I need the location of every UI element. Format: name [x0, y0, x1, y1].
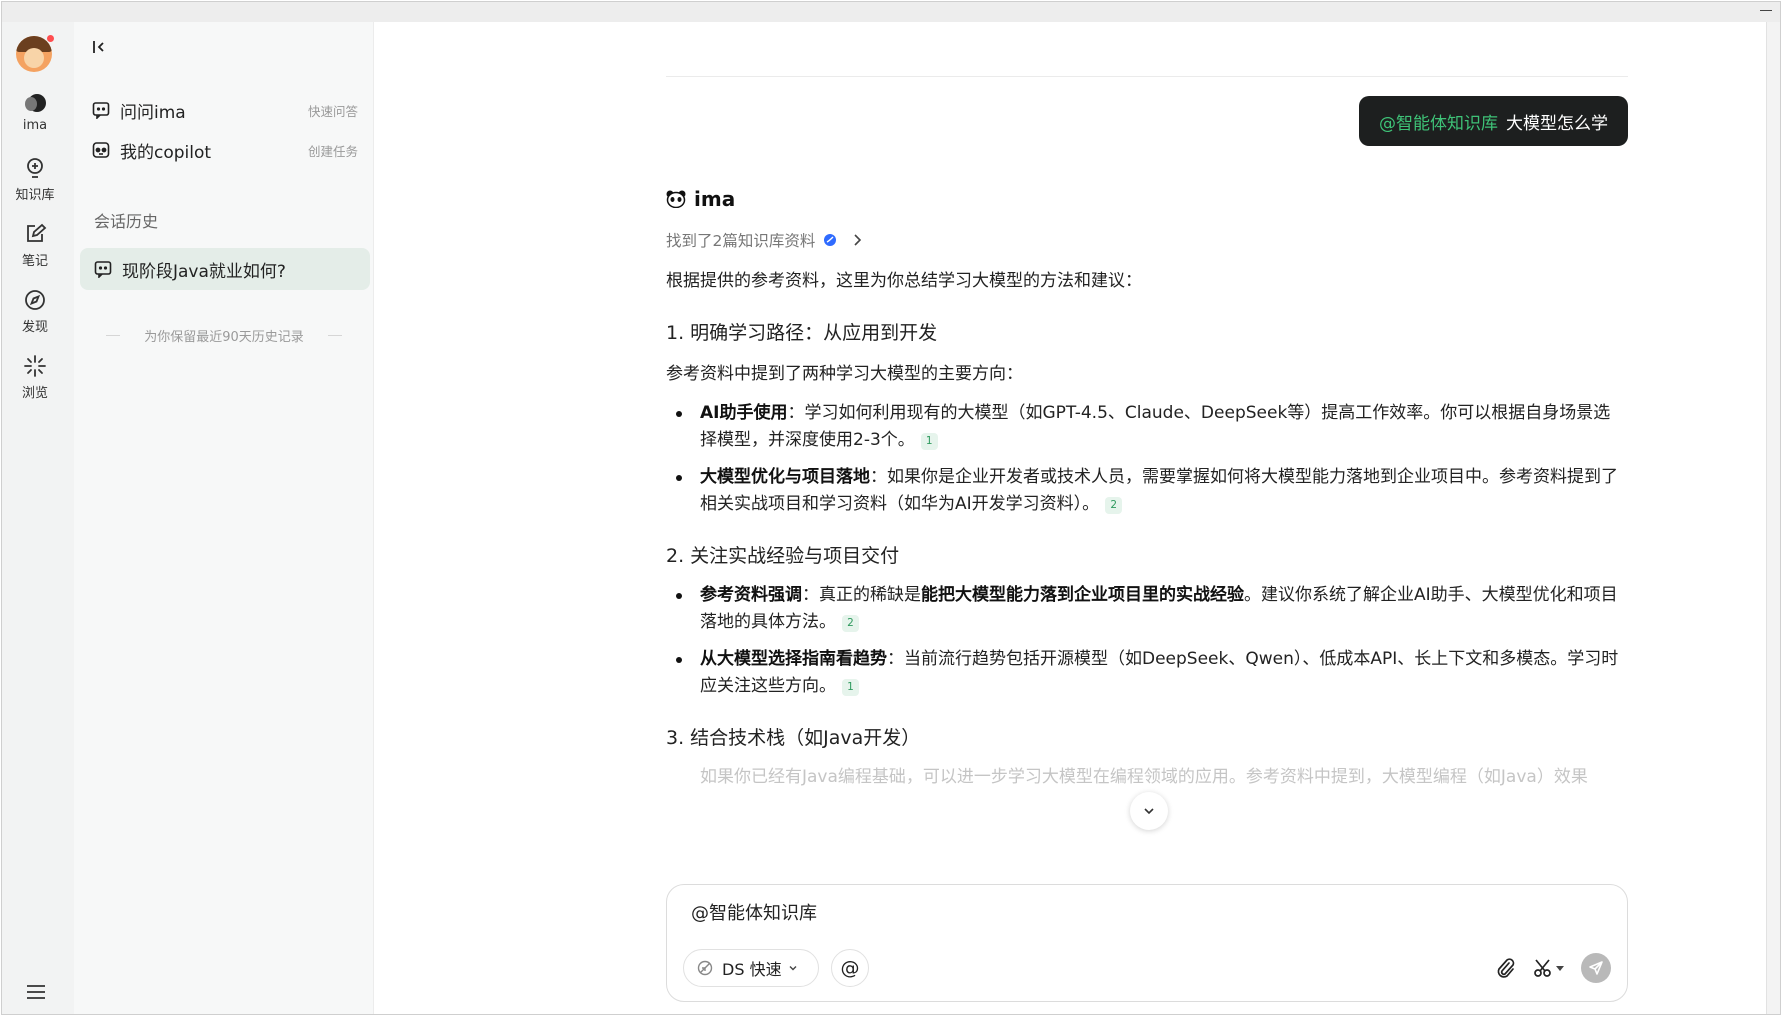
panda-avatar-icon	[666, 190, 686, 208]
scissors-icon	[1534, 959, 1551, 977]
window-scrollbar[interactable]	[1766, 22, 1780, 1014]
knowledge-base-icon	[27, 158, 43, 178]
rail-item-discover[interactable]: 发现	[2, 288, 68, 335]
rail-item-notes[interactable]: 笔记	[2, 222, 68, 269]
user-message-bubble: @智能体知识库 大模型怎么学	[1359, 96, 1628, 146]
scroll-to-bottom-button[interactable]	[1130, 792, 1168, 830]
chat-main: @智能体知识库 大模型怎么学 ima 找到了2篇知识库资料 根据提供的参考资料，…	[374, 22, 1768, 1014]
chevron-down-icon	[1556, 966, 1564, 971]
rail-label: 知识库	[15, 188, 55, 203]
note-icon	[27, 223, 47, 242]
bullet-list: AI助手使用：学习如何利用现有的大模型（如GPT-4.5、Claude、Deep…	[666, 400, 1626, 518]
bullet-list: 参考资料强调：真正的稀缺是能把大模型能力落到企业项目里的实战经验。建议你系统了解…	[666, 582, 1626, 700]
section-heading: 2. 关注实战经验与项目交付	[666, 545, 900, 567]
screenshot-button[interactable]	[1533, 957, 1565, 979]
history-section-title: 会话历史	[94, 212, 159, 231]
citation-badge[interactable]: 2	[1105, 497, 1123, 514]
list-item: 参考资料强调：真正的稀缺是能把大模型能力落到企业项目里的实战经验。建议你系统了解…	[666, 582, 1626, 636]
user-message-text: 大模型怎么学	[1506, 113, 1608, 134]
rail-label: 笔记	[21, 254, 48, 269]
content-fade	[666, 828, 1626, 868]
collapse-sidebar-button[interactable]	[92, 38, 106, 59]
notification-dot	[46, 34, 55, 43]
list-item: 大模型优化与项目落地：如果你是企业开发者或技术人员，需要掌握如何将大模型能力落地…	[666, 464, 1626, 518]
mention-button[interactable]: @	[831, 949, 869, 987]
nav-hint: 快速问答	[307, 103, 358, 119]
citation-badge[interactable]: 2	[842, 615, 859, 632]
nav-ask-ima[interactable]: 问问ima 快速问答	[92, 92, 358, 128]
divider	[666, 76, 1628, 77]
avatar-face	[24, 48, 44, 68]
sidebar: 问问ima 快速问答 我的copilot 创建任务 会话历史 现阶段Java就业…	[74, 22, 374, 1014]
bullet-text: ：真正的稀缺是	[802, 585, 921, 605]
app-window: ima 知识库 笔记 发现 浏览 问问ima 快速问答 我的copilot 创建…	[1, 1, 1781, 1015]
sources-count: 找到了2篇知识库资料	[666, 232, 816, 250]
bullet-bold: AI助手使用	[700, 403, 788, 423]
citation-badge[interactable]: 1	[920, 433, 938, 450]
assistant-header: ima	[666, 182, 1626, 216]
collapse-icon	[93, 41, 104, 53]
attach-button[interactable]	[1495, 957, 1515, 983]
chevron-right-icon	[854, 234, 862, 246]
list-item: 从大模型选择指南看趋势：当前流行趋势包括开源模型（如DeepSeek、Qwen）…	[666, 646, 1626, 700]
citation-badge[interactable]: 1	[842, 679, 859, 696]
section-heading: 1. 明确学习路径：从应用到开发	[666, 322, 938, 344]
compass-icon	[25, 290, 45, 310]
section-heading: 3. 结合技术栈（如Java开发）	[666, 727, 921, 749]
hamburger-icon	[27, 985, 45, 999]
title-bar	[2, 2, 1780, 22]
paperclip-icon	[1497, 958, 1515, 978]
section-lead: 参考资料中提到了两种学习大模型的主要方向：	[666, 364, 1023, 384]
bullet-bold: 能把大模型能力落到企业项目里的实战经验	[921, 585, 1244, 605]
message-composer: DS 快速 @	[666, 884, 1628, 1002]
chat-bubble-icon	[92, 102, 110, 119]
bullet-text: ：学习如何利用现有的大模型（如GPT-4.5、Claude、DeepSeek等）…	[700, 403, 1611, 450]
assistant-answer: ima 找到了2篇知识库资料 根据提供的参考资料，这里为你总结学习大模型的方法和…	[666, 182, 1626, 786]
bullet-bold: 大模型优化与项目落地	[700, 467, 870, 487]
nav-my-copilot[interactable]: 我的copilot 创建任务	[92, 132, 358, 168]
nav-label: 我的copilot	[120, 142, 212, 163]
rail-item-ima[interactable]: ima	[2, 92, 68, 133]
assistant-name: ima	[694, 187, 736, 211]
icon-rail: ima 知识库 笔记 发现 浏览	[2, 22, 74, 1014]
user-message-mention[interactable]: @智能体知识库	[1379, 109, 1498, 134]
model-name: DS 快速	[722, 960, 782, 979]
history-item[interactable]: 现阶段Java就业如何?	[80, 248, 370, 290]
knowledge-base-dot-icon	[824, 234, 837, 246]
rail-label: ima	[22, 118, 48, 133]
history-retention-note: 为你保留最近90天历史记录	[106, 326, 342, 345]
send-icon	[1589, 961, 1603, 975]
bullet-bold: 从大模型选择指南看趋势	[700, 649, 887, 669]
minimize-icon[interactable]	[1760, 10, 1772, 11]
bullet-bold: 参考资料强调	[700, 585, 802, 605]
chevron-down-icon	[789, 966, 797, 971]
rail-item-knowledge-base[interactable]: 知识库	[2, 156, 68, 203]
model-selector[interactable]: DS 快速	[683, 949, 819, 987]
send-button[interactable]	[1581, 953, 1611, 983]
panda-icon	[92, 142, 110, 158]
ima-logo-icon	[25, 94, 46, 112]
menu-button[interactable]	[26, 984, 46, 1004]
chevron-down-icon	[1144, 808, 1154, 815]
list-item: AI助手使用：学习如何利用现有的大模型（如GPT-4.5、Claude、Deep…	[666, 400, 1626, 454]
nav-label: 问问ima	[120, 102, 186, 123]
rail-label: 浏览	[21, 386, 48, 401]
sparkle-icon	[24, 355, 46, 377]
chat-bubble-icon	[94, 261, 112, 278]
faded-text: 如果你已经有Java编程基础，可以进一步学习大模型在编程领域的应用。参考资料中提…	[700, 767, 1588, 786]
rail-item-browse[interactable]: 浏览	[2, 354, 68, 401]
rail-label: 发现	[21, 320, 48, 335]
message-input[interactable]	[691, 901, 1591, 922]
model-icon	[697, 960, 713, 976]
answer-intro: 根据提供的参考资料，这里为你总结学习大模型的方法和建议：	[666, 271, 1142, 291]
knowledge-sources-link[interactable]: 找到了2篇知识库资料	[666, 228, 1626, 252]
nav-hint: 创建任务	[307, 143, 358, 159]
history-item-label: 现阶段Java就业如何?	[122, 261, 286, 282]
